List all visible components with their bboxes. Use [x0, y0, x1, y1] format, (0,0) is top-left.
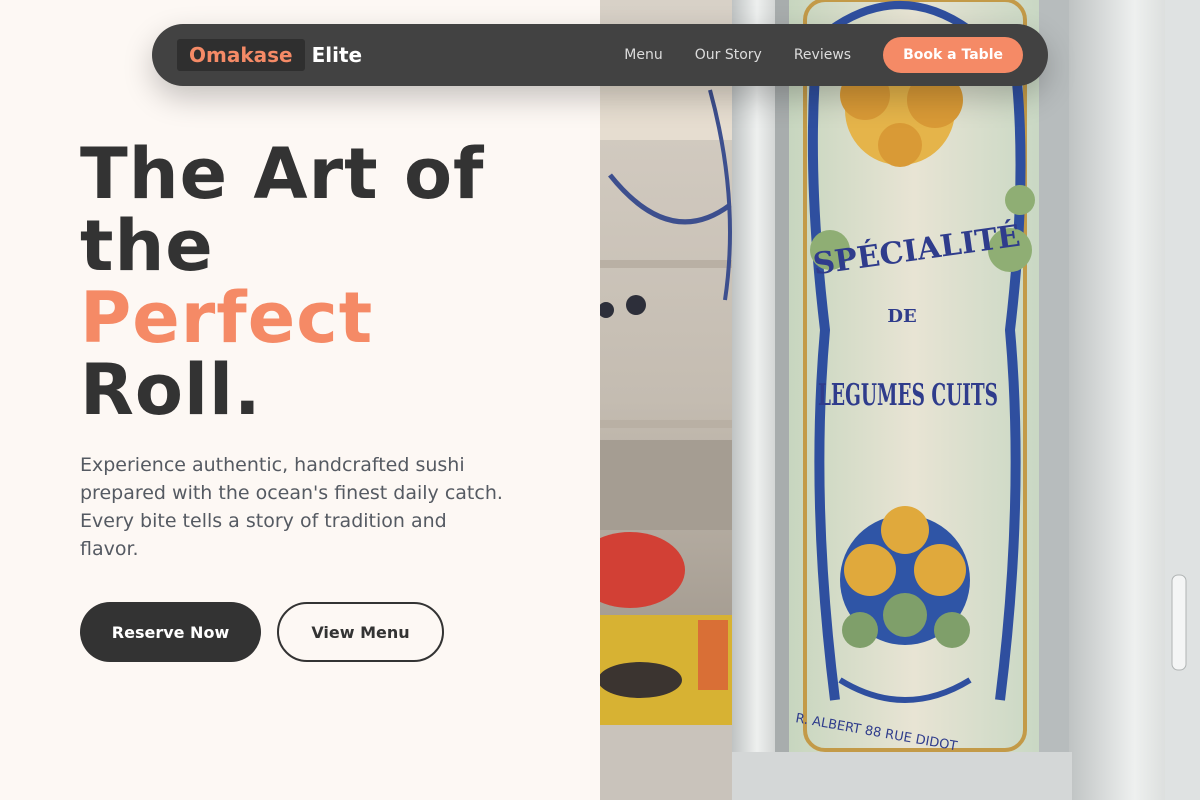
- hero-image: SPÉCIALITÉ DE LEGUMES CUITS R. ALBERT 88…: [600, 0, 1200, 800]
- top-navigation: Omakase Elite Menu Our Story Reviews Boo…: [152, 24, 1048, 86]
- reserve-now-button[interactable]: Reserve Now: [80, 602, 261, 662]
- sign-text-de: DE: [887, 306, 916, 327]
- headline-line-end: Roll.: [80, 349, 262, 431]
- nav-link-reviews[interactable]: Reviews: [794, 47, 851, 63]
- nav-link-menu[interactable]: Menu: [624, 47, 662, 63]
- headline-line-1: The Art of: [80, 133, 485, 215]
- sign-text-legumes: LEGUMES CUITS: [818, 378, 998, 413]
- nav-link-our-story[interactable]: Our Story: [695, 47, 762, 63]
- brand-name-accent: Omakase: [177, 39, 305, 71]
- headline-line-2: the: [80, 205, 214, 287]
- brand-logo[interactable]: Omakase Elite: [177, 39, 362, 71]
- hero-description: Experience authentic, handcrafted sushi …: [80, 454, 503, 560]
- hero-headline: The Art of the Perfect Roll.: [80, 138, 580, 426]
- brand-name-rest: Elite: [311, 43, 363, 67]
- nav-links: Menu Our Story Reviews Book a Table: [624, 37, 1023, 73]
- book-a-table-button[interactable]: Book a Table: [883, 37, 1023, 73]
- headline-accent: Perfect: [80, 277, 374, 359]
- view-menu-button[interactable]: View Menu: [277, 602, 444, 662]
